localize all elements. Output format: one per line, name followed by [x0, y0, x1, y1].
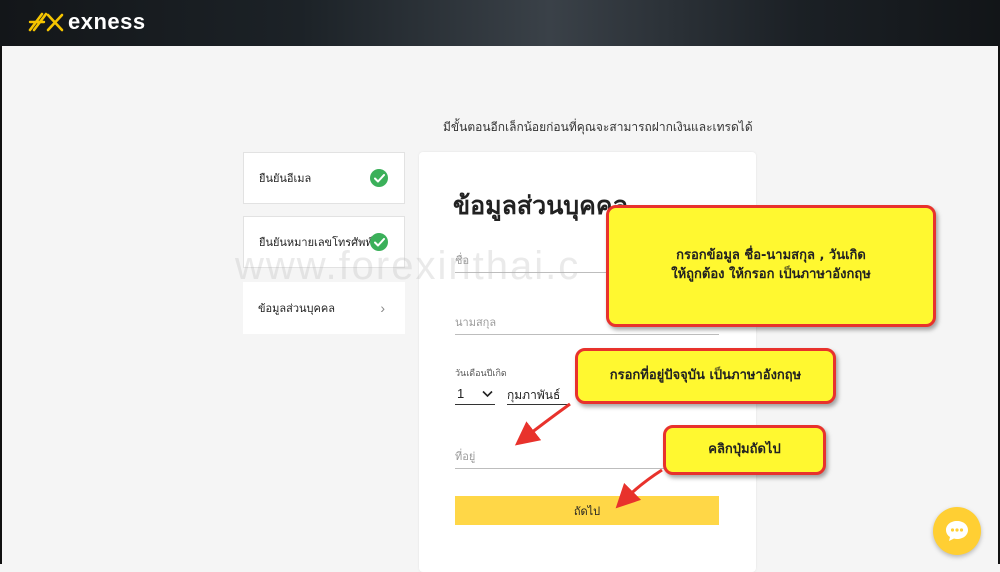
address-placeholder: ที่อยู่	[455, 451, 476, 463]
callout-line: กรอกข้อมูล ชื่อ-นามสกุล , วันเกิด	[676, 248, 866, 264]
chevron-down-icon	[482, 384, 493, 401]
callout-line: กรอกที่อยู่ปัจจุบัน เป็นภาษาอังกฤษ	[609, 367, 802, 383]
brand-logo[interactable]: exness	[28, 9, 146, 35]
check-icon	[370, 169, 388, 187]
callout-name-dob: กรอกข้อมูล ชื่อ-นามสกุล , วันเกิด ให้ถูก…	[606, 205, 936, 327]
step-personal-info[interactable]: ข้อมูลส่วนบุคคล ›	[243, 282, 405, 334]
dob-day-select[interactable]: 1	[455, 384, 495, 405]
step-label: ยืนยันอีเมล	[259, 173, 312, 185]
dob-day-value: 1	[457, 386, 465, 401]
next-button[interactable]: ถัดไป	[455, 496, 719, 525]
step-verify-phone[interactable]: ยืนยันหมายเลขโทรศัพท์	[243, 216, 405, 268]
page-subtitle: มีขั้นตอนอีกเล็กน้อยก่อนที่คุณจะสามารถฝา…	[443, 120, 753, 134]
step-label: ข้อมูลส่วนบุคคล	[258, 303, 335, 315]
brand-name: exness	[68, 9, 146, 34]
frame-border-left	[0, 0, 2, 564]
form-title: ข้อมูลส่วนบุคคล	[453, 191, 628, 220]
exness-logo-icon	[28, 12, 64, 32]
top-bar: exness	[0, 0, 1000, 46]
chevron-right-icon: ›	[380, 300, 385, 316]
dob-month-value: กุมภาพันธ์	[507, 388, 561, 402]
callout-next: คลิกปุ่มถัดไป	[663, 425, 826, 475]
dob-label: วันเดือนปีเกิด	[455, 368, 507, 378]
step-verify-email[interactable]: ยืนยันอีเมล	[243, 152, 405, 204]
callout-address: กรอกที่อยู่ปัจจุบัน เป็นภาษาอังกฤษ	[575, 348, 836, 404]
last-name-placeholder: นามสกุล	[455, 317, 497, 329]
callout-line: ให้ถูกต้อง ให้กรอก เป็นภาษาอังกฤษ	[671, 267, 871, 282]
first-name-placeholder: ชื่อ	[455, 255, 470, 267]
callout-line: คลิกปุ่มถัดไป	[708, 441, 781, 457]
check-icon	[370, 233, 388, 251]
chat-button[interactable]	[933, 507, 981, 555]
dob-month-select[interactable]: กุมภาพันธ์	[507, 384, 569, 405]
chat-icon	[946, 521, 968, 541]
step-label: ยืนยันหมายเลขโทรศัพท์	[259, 237, 373, 249]
